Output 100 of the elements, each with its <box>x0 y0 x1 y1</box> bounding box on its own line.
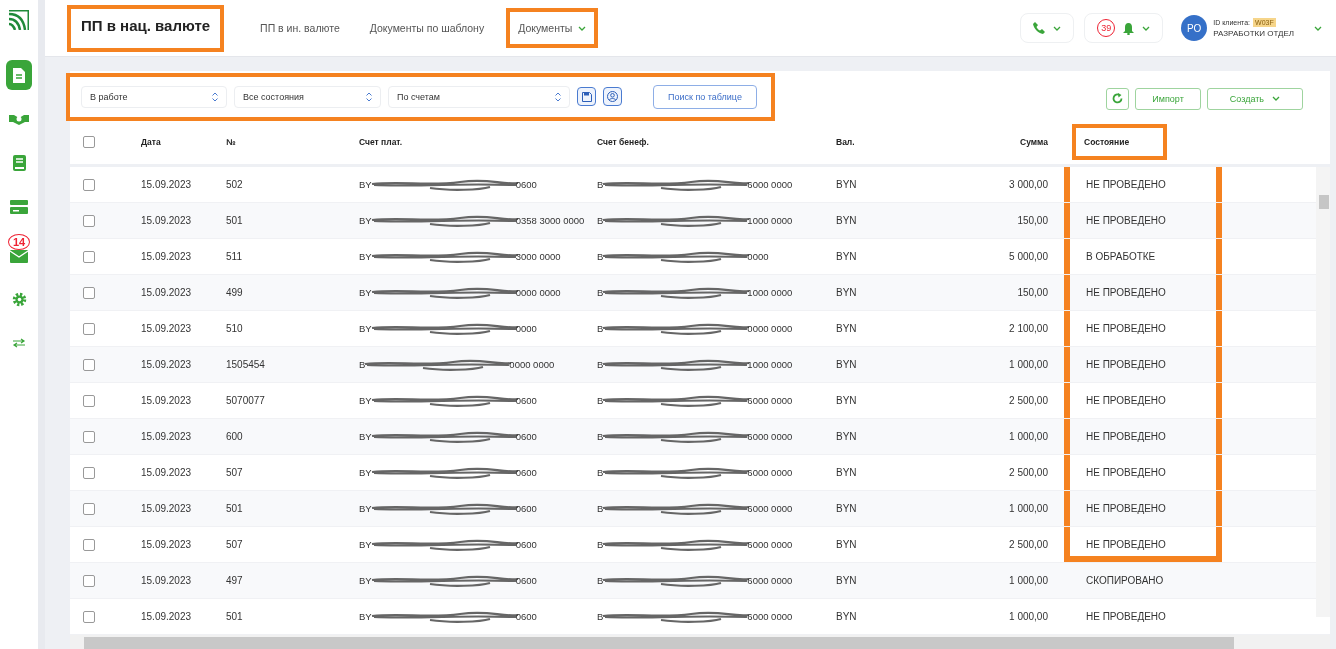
account-number-end: 0600 <box>515 431 537 442</box>
column-header[interactable]: Счет бенеф. <box>597 136 836 147</box>
scrollbar[interactable] <box>1316 167 1330 617</box>
profile-button[interactable] <box>603 87 622 106</box>
amount-cell-text: 1 000,00 <box>1008 431 1048 442</box>
currency-cell-text: BYN <box>836 251 858 262</box>
account-number-end: 6000 0000 <box>747 179 793 190</box>
checkbox[interactable] <box>83 538 95 551</box>
currency-cell-text: BYN <box>836 431 858 442</box>
account-number-start: B <box>597 395 604 406</box>
filter-select[interactable]: По счетам <box>388 85 570 108</box>
account-number-start: BY <box>359 575 372 586</box>
status-cell-text: НЕ ПРОВЕДЕНО <box>1086 611 1167 622</box>
amount-cell-text: 1 000,00 <box>1008 611 1048 622</box>
sidebar-item[interactable] <box>6 60 32 90</box>
column-header[interactable]: № <box>226 136 359 147</box>
account-number-end: 6000 0000 <box>747 467 793 478</box>
currency-cell-text: BYN <box>836 503 858 514</box>
checkbox[interactable] <box>83 135 95 148</box>
checkbox[interactable] <box>83 178 95 191</box>
checkbox[interactable] <box>83 286 95 299</box>
bell-icon <box>1123 21 1135 35</box>
phone-button[interactable] <box>1020 13 1075 43</box>
account-number-start: BY <box>359 215 372 226</box>
account-number-end: 6000 0000 <box>747 539 793 550</box>
account-number-start: B <box>597 611 604 622</box>
column-header[interactable]: Счет плат. <box>359 136 597 147</box>
save-button[interactable] <box>577 87 596 106</box>
transfer-icon <box>12 338 26 348</box>
currency-cell-text: BYN <box>836 179 858 190</box>
checkbox[interactable] <box>83 574 95 587</box>
chevron-down-icon[interactable] <box>1314 25 1322 31</box>
currency-cell-text: BYN <box>836 287 858 298</box>
checkbox[interactable] <box>83 214 95 227</box>
account-number-end: 1000 0000 <box>747 287 793 298</box>
account-number-start: B <box>597 359 604 370</box>
account-number-end: 0000 0000 <box>747 323 793 334</box>
account-number-start: BY <box>359 611 372 622</box>
refresh-button[interactable] <box>1106 87 1130 110</box>
column-header[interactable]: Дата <box>141 136 226 147</box>
number-cell-text: 501 <box>226 503 244 514</box>
date-cell-text: 15.09.2023 <box>141 215 193 226</box>
amount-cell-text: 2 100,00 <box>1008 323 1048 334</box>
checkbox[interactable] <box>83 610 95 623</box>
account-number-start: B <box>597 503 604 514</box>
account-number-start: B <box>597 251 604 262</box>
sidebar-item[interactable]: 14 <box>5 226 33 270</box>
account-number-start: BY <box>359 431 372 442</box>
logo-icon <box>9 10 29 30</box>
account-number-start: BY <box>359 251 372 262</box>
phone-icon <box>1033 22 1046 34</box>
number-cell-text: 511 <box>226 251 243 262</box>
table-search-button[interactable]: Поиск по таблице <box>653 84 757 109</box>
account-number-end: 0600 <box>515 503 537 514</box>
account-number-end: 0600 <box>515 467 537 478</box>
account-number-end: 0600 <box>515 575 537 586</box>
column-header[interactable]: Состояние <box>1084 136 1130 147</box>
book-icon <box>12 155 26 171</box>
filter-select[interactable]: В работе <box>81 85 227 108</box>
amount-cell-text: 1 000,00 <box>1008 575 1048 586</box>
column-header[interactable]: Сумма <box>936 136 1048 147</box>
account-number-end: 1000 0000 <box>747 215 793 226</box>
nav-tab[interactable]: ПП в ин. валюте <box>252 16 348 40</box>
account-number-start: BY <box>359 179 372 190</box>
filter-select[interactable]: Все состояния <box>234 85 381 108</box>
checkbox[interactable] <box>83 358 95 371</box>
status-cell-text: НЕ ПРОВЕДЕНО <box>1086 467 1167 478</box>
currency-cell-text: BYN <box>836 611 858 622</box>
sort-arrows-icon <box>366 91 372 102</box>
number-cell-text: 507 <box>226 467 244 478</box>
organization-name: РАЗРАБОТКИ ОТДЕЛ <box>1213 29 1294 38</box>
checkbox[interactable] <box>83 394 95 407</box>
column-header[interactable]: Вал. <box>836 136 936 147</box>
checkbox[interactable] <box>83 322 95 335</box>
chevron-down-icon <box>1142 25 1151 31</box>
notifications-button[interactable]: 39 <box>1084 13 1164 43</box>
checkbox[interactable] <box>83 466 95 479</box>
account-number-end: 0600 <box>515 611 537 622</box>
checkbox[interactable] <box>83 502 95 515</box>
currency-cell-text: BYN <box>836 539 858 550</box>
page-title: ПП в нац. валюте <box>80 15 212 36</box>
number-cell-text: 510 <box>226 323 244 334</box>
nav-tab[interactable]: Документы <box>510 16 595 40</box>
date-cell-text: 15.09.2023 <box>141 431 193 442</box>
nav-tab[interactable]: Документы по шаблону <box>361 16 493 40</box>
status-cell-text: СКОПИРОВАНО <box>1086 575 1165 586</box>
account-number-end: 6000 0000 <box>747 611 793 622</box>
account-number-end: 0000 <box>515 323 537 334</box>
avatar[interactable]: РО <box>1181 15 1208 41</box>
checkbox[interactable] <box>83 250 95 263</box>
checkbox[interactable] <box>83 430 95 443</box>
currency-cell-text: BYN <box>836 323 858 334</box>
account-number-end: 0358 3000 0000 <box>515 215 585 226</box>
chevron-down-icon <box>1272 96 1280 101</box>
account-number-end: 0600 <box>515 395 537 406</box>
account-number-start: B <box>597 467 604 478</box>
account-number-start: BY <box>359 467 372 478</box>
status-cell-text: В ОБРАБОТКЕ <box>1086 251 1157 262</box>
account-number-end: 1000 0000 <box>747 359 793 370</box>
date-cell-text: 15.09.2023 <box>141 395 193 406</box>
